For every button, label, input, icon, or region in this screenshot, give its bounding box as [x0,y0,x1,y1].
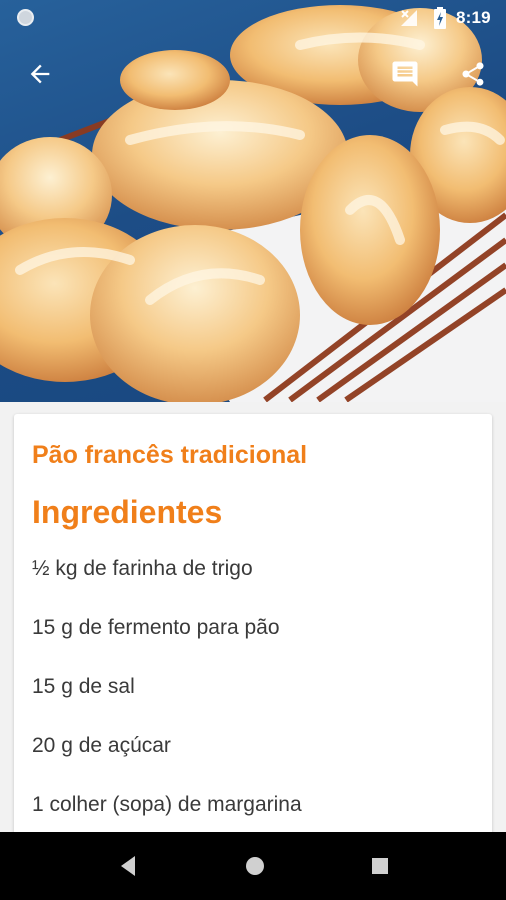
triangle-back-icon[interactable] [110,850,146,882]
battery-charging-icon [434,7,446,29]
recipe-title: Pão francês tradicional [32,441,308,469]
status-bar: 8:19 [0,0,506,36]
ingredient-item: 15 g de fermento para pão [32,616,280,639]
ingredient-item: 15 g de sal [32,675,135,698]
status-time: 8:19 [456,8,491,27]
share-icon [462,62,484,86]
recipe-card: Pão francês tradicional Ingredientes ½ k… [14,414,492,854]
ingredient-item: 20 g de açúcar [32,734,171,757]
square-recents-icon[interactable] [362,850,398,882]
bread-photo [0,5,506,402]
back-button[interactable] [18,52,62,96]
arrow-back-icon [30,64,50,84]
notification-dot-icon [17,9,34,26]
ingredient-item: 1 colher (sopa) de margarina [32,793,302,816]
recipe-hero-image [0,0,506,402]
circle-home-icon[interactable] [237,850,273,882]
share-button[interactable] [451,52,495,96]
ingredient-item: ½ kg de farinha de trigo [32,557,253,580]
comment-button[interactable] [383,52,427,96]
ingredients-heading: Ingredientes [32,494,223,530]
no-signal-icon [401,10,417,26]
comment-icon [392,61,418,87]
system-nav-bar [0,832,506,900]
